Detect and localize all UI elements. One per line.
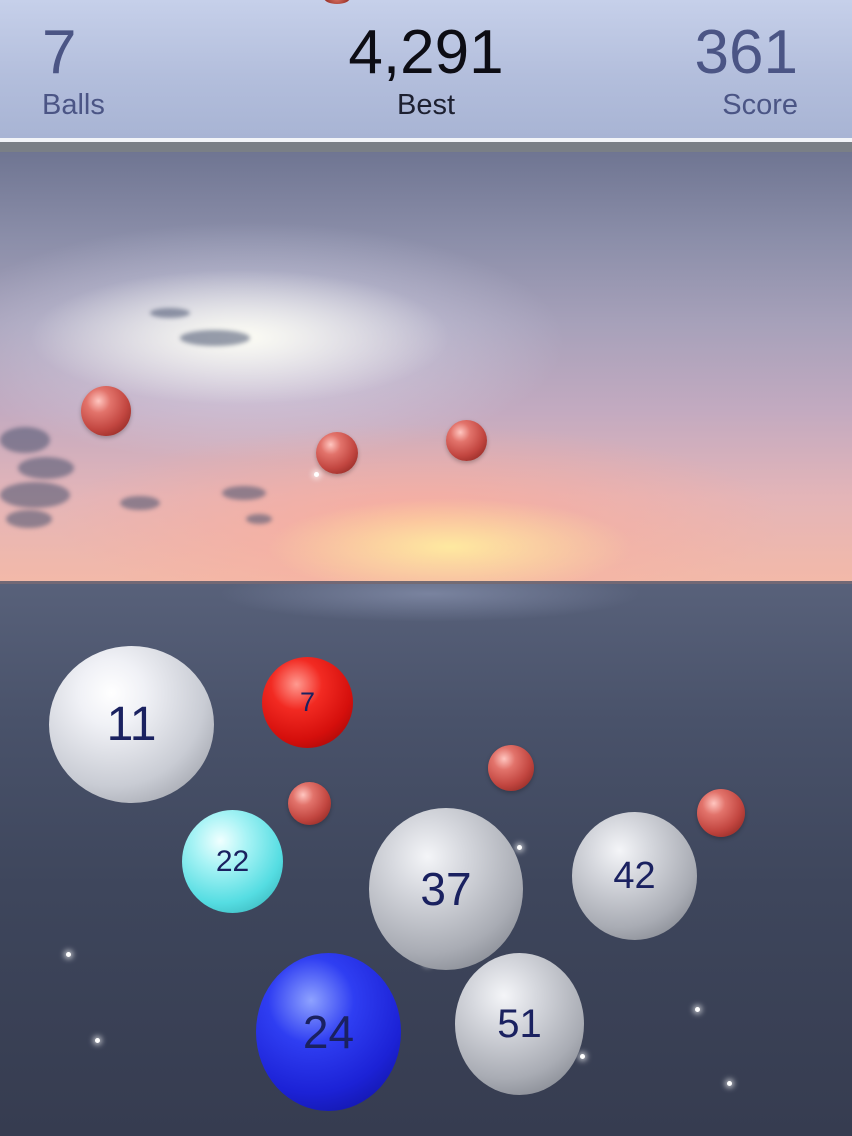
cloud (150, 308, 190, 318)
small-red-ball[interactable] (697, 789, 745, 837)
small-red-ball[interactable] (316, 432, 358, 474)
sparkle (314, 472, 319, 477)
cloud (120, 496, 160, 510)
cloud (18, 457, 74, 479)
ball-51[interactable]: 51 (455, 953, 584, 1095)
cloud (222, 486, 266, 500)
ball-number: 42 (613, 854, 656, 897)
sparkle (66, 952, 71, 957)
ball-number: 51 (497, 1001, 542, 1046)
hud-divider-shadow (0, 142, 852, 152)
score-label: Score (722, 89, 798, 121)
ball-24[interactable]: 24 (256, 953, 401, 1111)
sparkle (727, 1081, 732, 1086)
cloud (6, 510, 52, 528)
ball-number: 24 (302, 1006, 355, 1058)
sunset-sky (0, 152, 852, 584)
ball-number: 7 (299, 687, 316, 717)
small-red-ball[interactable] (288, 782, 331, 825)
small-red-ball[interactable] (446, 420, 487, 461)
ball-22[interactable]: 22 (182, 810, 283, 913)
cloud (180, 330, 250, 346)
sparkle (95, 1038, 100, 1043)
ball-42[interactable]: 42 (572, 812, 697, 940)
small-red-ball[interactable] (81, 386, 131, 436)
ball-7[interactable]: 7 (262, 657, 353, 748)
ball-11[interactable]: 11 (49, 646, 214, 803)
ball-number: 37 (420, 863, 472, 915)
small-red-ball[interactable] (488, 745, 534, 791)
sparkle (580, 1054, 585, 1059)
cloud (246, 514, 272, 524)
current-score: 361 (694, 18, 798, 87)
sparkle (695, 1007, 700, 1012)
ball-number: 11 (106, 698, 157, 751)
score-bar: 7 Balls 4,291 Best 361 Score (0, 0, 852, 138)
sparkle (517, 845, 522, 850)
game-area[interactable]: 11 7 22 37 42 24 51 (0, 152, 852, 1136)
cloud (0, 427, 50, 453)
cloud (0, 482, 70, 508)
falling-ball (324, 0, 350, 4)
ball-37[interactable]: 37 (369, 808, 523, 970)
ball-number: 22 (215, 844, 250, 878)
score-counter: 361 Score (695, 18, 798, 122)
